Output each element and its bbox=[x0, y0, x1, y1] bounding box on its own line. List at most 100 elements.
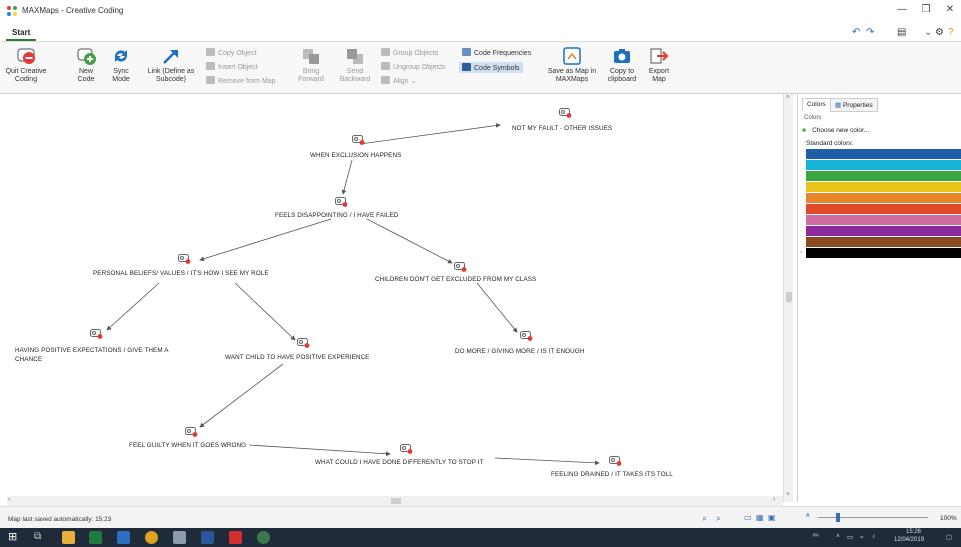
link-subcode-button[interactable]: Link (Define as Subcode) bbox=[145, 46, 197, 84]
scroll-up-icon[interactable]: ˄ bbox=[786, 95, 790, 101]
save-as-map-button[interactable]: Save as Map in MAXMaps bbox=[547, 46, 597, 84]
node-what-could-i-have-done[interactable]: WHAT COULD I HAVE DONE DIFFERENTLY TO ST… bbox=[315, 459, 484, 466]
horizontal-scrollbar[interactable]: ‹ › bbox=[7, 496, 783, 506]
scroll-right-icon[interactable]: › bbox=[773, 496, 775, 503]
code-icon[interactable] bbox=[609, 456, 622, 466]
tray-chevron-icon[interactable]: ˄ bbox=[836, 533, 840, 540]
node-when-exclusion-happens[interactable]: WHEN EXCLUSION HAPPENS bbox=[310, 152, 401, 159]
scroll-left-icon[interactable]: ‹ bbox=[8, 496, 10, 503]
code-icon[interactable] bbox=[520, 331, 533, 341]
code-symbols-button[interactable]: Code Symbols bbox=[459, 62, 523, 73]
code-icon[interactable] bbox=[335, 197, 348, 207]
redo-icon[interactable]: ↷ bbox=[866, 27, 874, 38]
send-backward-button[interactable]: Send Backward bbox=[338, 46, 372, 84]
color-swatch[interactable] bbox=[806, 215, 961, 225]
help-icon[interactable]: ? bbox=[948, 27, 954, 38]
app-icon[interactable] bbox=[173, 531, 186, 544]
maximize-button[interactable]: ❐ bbox=[917, 4, 935, 15]
node-do-more[interactable]: DO MORE / GIVING MORE / IS IT ENOUGH bbox=[455, 348, 584, 355]
windows-start-icon[interactable]: ⊞ bbox=[8, 530, 21, 543]
color-swatch[interactable] bbox=[806, 160, 961, 170]
outlook-icon[interactable] bbox=[117, 531, 130, 544]
volume-icon[interactable]: ♪ bbox=[872, 533, 875, 540]
grid-icon[interactable]: ▦ bbox=[756, 513, 764, 522]
chrome-icon[interactable] bbox=[145, 531, 158, 544]
selected-row-marker-icon: › bbox=[800, 250, 802, 256]
new-code-button[interactable]: New Code bbox=[70, 46, 102, 84]
code-icon[interactable] bbox=[559, 108, 572, 118]
node-feeling-drained[interactable]: FEELING DRAINED / IT TAKES ITS TOLL bbox=[551, 471, 673, 478]
export-map-button[interactable]: Export Map bbox=[645, 46, 673, 84]
color-swatch[interactable] bbox=[806, 248, 961, 258]
zoom-slider-thumb[interactable] bbox=[836, 513, 840, 522]
acrobat-icon[interactable] bbox=[229, 531, 242, 544]
horizontal-scroll-thumb[interactable] bbox=[391, 498, 401, 504]
scroll-down-icon[interactable]: ˅ bbox=[786, 492, 790, 498]
vertical-scrollbar[interactable]: ˄ ˅ bbox=[783, 94, 793, 502]
group-objects-button[interactable]: Group Objects bbox=[381, 48, 438, 57]
insert-object-button[interactable]: Insert Object bbox=[206, 62, 258, 71]
quit-creative-coding-button[interactable]: Quit Creative Coding bbox=[4, 46, 48, 84]
battery-icon[interactable]: ▭ bbox=[847, 533, 853, 541]
code-icon[interactable] bbox=[297, 338, 310, 348]
code-icon[interactable] bbox=[90, 329, 103, 339]
code-icon[interactable] bbox=[454, 262, 467, 272]
node-children-not-excluded[interactable]: CHILDREN DON'T GET EXCLUDED FROM MY CLAS… bbox=[375, 276, 536, 283]
node-feel-guilty[interactable]: FEEL GUILTY WHEN IT GOES WRONG bbox=[129, 442, 246, 449]
font-size-icon[interactable]: ᴬ bbox=[806, 512, 810, 521]
choose-new-color-button[interactable]: ♣ Choose new color... bbox=[802, 127, 869, 134]
color-swatch[interactable] bbox=[806, 237, 961, 247]
notifications-icon[interactable]: ▢ bbox=[946, 533, 952, 541]
color-swatch[interactable] bbox=[806, 149, 961, 159]
node-personal-beliefs[interactable]: PERSONAL BELIEFS/ VALUES / IT'S HOW I SE… bbox=[93, 270, 269, 277]
node-want-child-positive[interactable]: WANT CHILD TO HAVE POSITIVE EXPERIENCE bbox=[225, 354, 369, 361]
ungroup-objects-label: Ungroup Objects bbox=[393, 64, 446, 71]
people-icon[interactable]: ᴿᴬ bbox=[813, 533, 819, 540]
node-positive-expectations-line2[interactable]: CHANCE bbox=[15, 356, 42, 363]
undo-icon[interactable]: ↶ bbox=[852, 27, 860, 38]
excel-icon[interactable] bbox=[89, 531, 102, 544]
sync-mode-button[interactable]: Sync Mode bbox=[106, 46, 136, 84]
copy-object-button[interactable]: Copy Object bbox=[206, 48, 257, 57]
ungroup-objects-button[interactable]: Ungroup Objects bbox=[381, 62, 446, 71]
color-swatch[interactable] bbox=[806, 204, 961, 214]
print-icon[interactable]: ▤ bbox=[897, 27, 906, 38]
minimize-button[interactable]: — bbox=[893, 4, 911, 15]
zoom-out-icon[interactable]: ⌕ bbox=[716, 513, 721, 524]
fit-width-icon[interactable]: ▭ bbox=[744, 513, 752, 522]
gear-icon[interactable]: ⚙ bbox=[935, 27, 944, 38]
map-canvas[interactable]: NOT MY FAULT - OTHER ISSUES WHEN EXCLUSI… bbox=[7, 94, 781, 496]
file-explorer-icon[interactable] bbox=[62, 531, 75, 544]
chevron-down-icon[interactable]: ⌄ bbox=[924, 27, 932, 38]
task-view-icon[interactable]: ⧉ bbox=[34, 531, 47, 544]
color-swatch[interactable] bbox=[806, 182, 961, 192]
bring-forward-button[interactable]: Bring Forward bbox=[296, 46, 326, 84]
word-icon[interactable] bbox=[201, 531, 214, 544]
code-frequencies-button[interactable]: Code Frequencies bbox=[462, 48, 531, 57]
code-icon[interactable] bbox=[178, 254, 191, 264]
zoom-slider-track[interactable] bbox=[818, 517, 928, 518]
maxqda-icon[interactable] bbox=[257, 531, 270, 544]
tab-properties[interactable]: ▦ Properties bbox=[830, 98, 878, 112]
copy-to-clipboard-button[interactable]: Copy to clipboard bbox=[605, 46, 639, 84]
color-swatch[interactable] bbox=[806, 193, 961, 203]
close-button[interactable]: ✕ bbox=[941, 4, 959, 15]
code-icon[interactable] bbox=[185, 427, 198, 437]
color-swatch[interactable] bbox=[806, 226, 961, 236]
clock-time[interactable]: 15:26 bbox=[906, 529, 921, 535]
tab-start[interactable]: Start bbox=[6, 26, 37, 41]
fit-page-icon[interactable]: ▣ bbox=[768, 513, 776, 522]
zoom-in-icon[interactable]: ⌕ bbox=[702, 513, 707, 524]
code-icon[interactable] bbox=[400, 444, 413, 454]
node-positive-expectations[interactable]: HAVING POSITIVE EXPECTATIONS / GIVE THEM… bbox=[15, 347, 169, 354]
color-swatch[interactable] bbox=[806, 171, 961, 181]
align-dropdown[interactable]: Align ⌄ bbox=[381, 76, 416, 85]
remove-from-map-button[interactable]: Remove from Map bbox=[206, 76, 276, 85]
network-icon[interactable]: ⌁ bbox=[860, 533, 864, 541]
tab-colors[interactable]: Colors bbox=[802, 98, 831, 111]
vertical-scroll-thumb[interactable] bbox=[786, 292, 792, 302]
clock-date[interactable]: 12/04/2019 bbox=[894, 537, 924, 543]
node-feels-disappointing[interactable]: FEELS DISAPPOINTING / I HAVE FAILED bbox=[275, 212, 398, 219]
node-not-my-fault[interactable]: NOT MY FAULT - OTHER ISSUES bbox=[512, 125, 612, 132]
code-icon[interactable] bbox=[352, 135, 365, 145]
